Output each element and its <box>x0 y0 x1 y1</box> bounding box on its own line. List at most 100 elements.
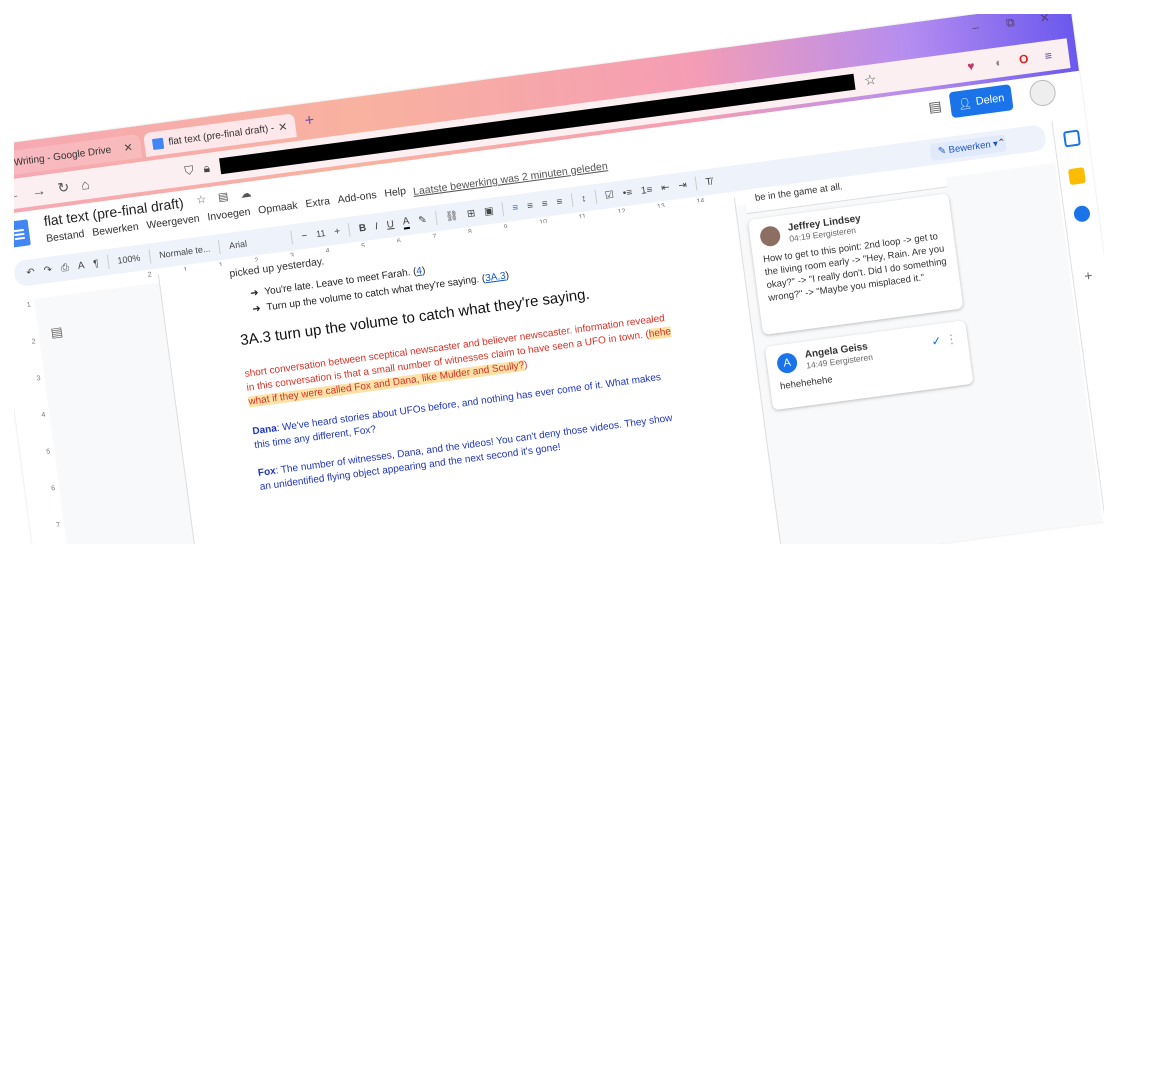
link-icon[interactable]: ⛓ <box>445 210 459 223</box>
decrease-indent-icon[interactable]: ⇤ <box>661 182 671 194</box>
numbered-list-icon[interactable]: 1≡ <box>640 184 653 196</box>
italic-icon[interactable]: I <box>374 221 378 232</box>
highlight-pen-icon[interactable]: ✎ <box>418 214 428 226</box>
align-left-icon[interactable]: ≡ <box>512 202 519 214</box>
tab-label: flat text (pre-final draft) - Goog <box>167 122 275 148</box>
bold-icon[interactable]: B <box>358 222 367 234</box>
text-color-icon[interactable]: A <box>401 215 411 230</box>
cloud-saved-icon[interactable]: ☁ <box>239 187 252 201</box>
print-icon[interactable]: ⎙ <box>60 262 69 274</box>
editing-mode-select[interactable]: ✎ Bewerken ▾ <box>929 133 1007 161</box>
increase-font-icon[interactable]: + <box>334 226 341 238</box>
extension-icon[interactable]: ◐ <box>994 55 1003 70</box>
comment-history-icon[interactable]: ▤ <box>927 97 942 116</box>
document-outline-icon[interactable]: ▤ <box>50 324 64 341</box>
paint-format-icon[interactable]: ¶ <box>93 258 100 270</box>
pencil-icon: ✎ <box>937 144 947 157</box>
decrease-font-icon[interactable]: − <box>301 230 308 242</box>
undo-icon[interactable]: ↶ <box>26 266 36 278</box>
close-tab-icon[interactable]: ✕ <box>123 140 134 154</box>
speaker-name: Fox <box>257 465 277 479</box>
new-tab-button[interactable]: + <box>304 112 316 131</box>
menu-bewerken[interactable]: Bewerken <box>92 221 140 239</box>
checklist-icon[interactable]: ☑ <box>604 189 614 201</box>
move-folder-icon[interactable]: ▤ <box>217 190 229 204</box>
align-center-icon[interactable]: ≡ <box>526 200 533 212</box>
bookmark-star-icon[interactable]: ☆ <box>863 70 878 89</box>
pocket-icon[interactable]: ♥ <box>967 59 976 74</box>
opera-icon[interactable]: O <box>1018 52 1029 67</box>
insert-image-icon[interactable]: ▣ <box>484 205 495 217</box>
divider <box>290 230 294 245</box>
home-icon[interactable]: ⌂ <box>80 176 91 193</box>
lock-icon: 🔒︎ <box>202 160 211 176</box>
style-select[interactable]: Normale te... <box>159 243 211 260</box>
calendar-icon[interactable] <box>1062 129 1081 148</box>
back-icon[interactable]: ← <box>14 185 21 203</box>
docs-logo-icon[interactable] <box>14 219 31 248</box>
font-select[interactable]: Arial <box>228 234 283 251</box>
arrow-bullet-icon: ➜ <box>251 303 262 316</box>
link-3a3[interactable]: 3A.3 <box>485 271 507 285</box>
close-window-button[interactable]: ✕ <box>1039 14 1051 26</box>
divider <box>694 176 698 191</box>
user-avatar[interactable] <box>1028 78 1058 108</box>
underline-icon[interactable]: U <box>386 218 395 230</box>
share-label: Delen <box>975 92 1006 108</box>
add-comment-icon[interactable]: ⊞ <box>466 208 476 220</box>
menu-icon[interactable]: ≡ <box>1044 48 1053 63</box>
add-person-icon: 👤︎ <box>957 96 973 111</box>
divider <box>570 193 574 208</box>
resolve-check-icon[interactable]: ✓ <box>931 334 943 349</box>
divider <box>348 222 351 237</box>
keep-icon[interactable] <box>1067 167 1086 186</box>
align-justify-icon[interactable]: ≡ <box>556 196 563 208</box>
line-spacing-icon[interactable]: ↕ <box>581 193 587 205</box>
star-icon[interactable]: ☆ <box>196 193 207 207</box>
ruler-mark: 2 <box>31 338 37 346</box>
menu-bestand[interactable]: Bestand <box>45 228 85 245</box>
avatar <box>758 224 782 247</box>
comment-card[interactable]: Jeffrey Lindsey 04:19 Eergisteren How to… <box>747 193 964 336</box>
shield-icon: ⛉ <box>183 162 195 178</box>
font-size-input[interactable]: 11 <box>316 228 327 239</box>
ruler-mark: 6 <box>50 485 56 493</box>
align-right-icon[interactable]: ≡ <box>541 198 548 210</box>
tab-label: Writing - Google Drive <box>14 144 112 169</box>
share-button[interactable]: 👤︎ Delen <box>948 84 1014 119</box>
browser-window: Writing - Google Drive ✕ flat text (pre-… <box>14 14 1104 544</box>
reload-icon[interactable]: ↻ <box>56 178 70 196</box>
menu-add-ons[interactable]: Add-ons <box>337 189 377 206</box>
menu-weergeven[interactable]: Weergeven <box>146 213 201 232</box>
close-tab-icon[interactable]: ✕ <box>277 120 289 134</box>
restore-button[interactable]: ⧉ <box>1005 15 1015 31</box>
ruler-mark: 2 <box>147 271 153 279</box>
zoom-select[interactable]: 100% <box>117 253 141 266</box>
bullet-text-end: ) <box>504 270 510 282</box>
ruler-mark: 3 <box>36 375 42 383</box>
bulleted-list-icon[interactable]: •≡ <box>622 187 633 199</box>
spellcheck-icon[interactable]: A <box>77 260 85 272</box>
collapse-menu-icon[interactable]: ⌃ <box>997 137 1007 149</box>
add-addon-icon[interactable]: + <box>1083 267 1093 284</box>
minimize-button[interactable]: – <box>971 20 979 35</box>
menu-extra[interactable]: Extra <box>305 195 331 210</box>
increase-indent-icon[interactable]: ⇥ <box>678 179 688 191</box>
comment-card[interactable]: A Angela Geiss 14:49 Eergisteren ✓ ⋮ heh… <box>764 320 974 411</box>
more-options-icon[interactable]: ⋮ <box>945 331 959 346</box>
menu-help[interactable]: Help <box>384 185 407 200</box>
divider <box>434 211 438 226</box>
forward-icon[interactable]: → <box>31 182 47 200</box>
ruler-mark: 4 <box>41 411 46 420</box>
divider <box>218 240 222 255</box>
ruler-mark: 5 <box>45 448 51 456</box>
editing-mode-label: Bewerken <box>947 138 992 156</box>
menu-invoegen[interactable]: Invoegen <box>207 206 251 224</box>
menu-opmaak[interactable]: Opmaak <box>257 200 298 217</box>
tasks-icon[interactable] <box>1072 204 1091 223</box>
speaker-name: Dana <box>251 423 278 438</box>
clear-formatting-icon[interactable]: T̸ <box>705 176 713 188</box>
screenshot-stage: Writing - Google Drive ✕ flat text (pre-… <box>14 14 1104 544</box>
redo-icon[interactable]: ↷ <box>43 264 53 276</box>
arrow-bullet-icon: ➜ <box>249 287 260 300</box>
